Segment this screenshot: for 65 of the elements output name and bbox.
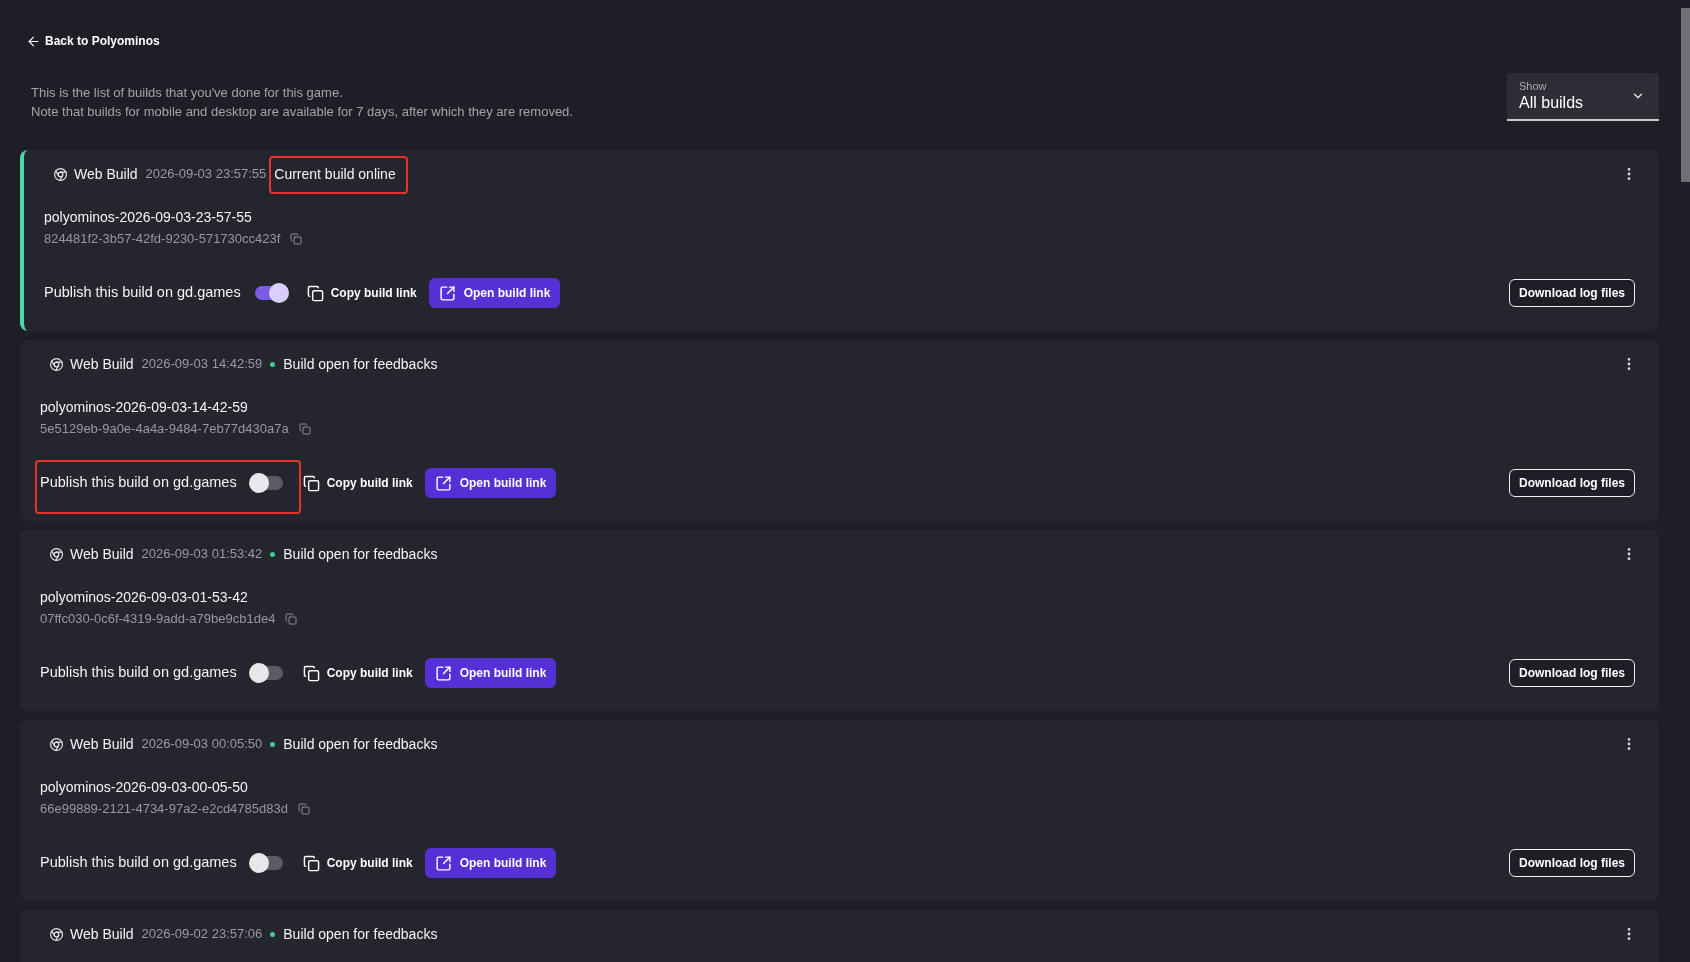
publish-label: Publish this build on gd.games xyxy=(40,473,237,493)
publish-label: Publish this build on gd.games xyxy=(44,283,241,303)
build-date: 2026-09-03 23:57:55 xyxy=(145,165,267,184)
download-logs-button[interactable]: Download log files xyxy=(1509,469,1635,497)
download-logs-button[interactable]: Download log files xyxy=(1509,849,1635,877)
copy-icon[interactable] xyxy=(285,613,298,625)
external-link-icon xyxy=(434,854,452,872)
copy-link-button[interactable]: Copy build link xyxy=(306,284,417,302)
copy-icon xyxy=(306,284,324,302)
description-text: Note that builds for mobile and desktop are available for 7 days, after which they are removed. xyxy=(31,103,573,121)
build-name: polyominos-2026-09-03-14-42-59 xyxy=(40,398,248,417)
aperture-icon xyxy=(50,547,63,561)
download-logs-button[interactable]: Download log files xyxy=(1509,659,1635,687)
open-link-button[interactable]: Open build link xyxy=(428,278,561,308)
publish-label: Publish this build on gd.games xyxy=(40,663,237,683)
description-text: This is the list of builds that you've done for this game. xyxy=(31,84,344,102)
copy-link-button[interactable]: Copy build link xyxy=(302,474,413,492)
build-name: polyominos-2026-09-03-01-53-42 xyxy=(40,588,248,607)
publish-switch[interactable] xyxy=(248,663,285,683)
publish-label: Publish this build on gd.games xyxy=(40,853,237,873)
build-id: 07ffc030-0c6f-4319-9add-a79be9cb1de4 xyxy=(40,610,276,629)
status-text: Current build online xyxy=(274,164,396,184)
build-type: Web Build xyxy=(70,924,134,944)
build-date: 2026-09-03 01:53:42 xyxy=(141,545,263,564)
show-select[interactable]: Show All builds xyxy=(1507,73,1659,121)
copy-icon[interactable] xyxy=(297,803,310,815)
build-date: 2026-09-03 00:05:50 xyxy=(141,735,263,754)
aperture-icon xyxy=(54,167,67,181)
build-date: 2026-09-03 14:42:59 xyxy=(141,355,263,374)
external-link-icon xyxy=(438,284,456,302)
copy-link-button[interactable]: Copy build link xyxy=(302,854,413,872)
status-text: Build open for feedbacks xyxy=(283,544,438,564)
open-link-button[interactable]: Open build link xyxy=(424,468,557,498)
aperture-icon xyxy=(50,357,63,371)
build-type: Web Build xyxy=(74,164,138,184)
publish-switch[interactable] xyxy=(248,853,285,873)
copy-icon[interactable] xyxy=(290,233,303,245)
build-id: 824481f2-3b57-42fd-9230-571730cc423f xyxy=(44,230,281,249)
build-type: Web Build xyxy=(70,544,134,564)
external-link-icon xyxy=(434,474,452,492)
build-type: Web Build xyxy=(70,734,134,754)
back-link[interactable]: Back to Polyominos xyxy=(26,32,160,50)
build-id: 66e99889-2121-4734-97a2-e2cd4785d83d xyxy=(40,800,288,819)
build-id: 5e5129eb-9a0e-4a4a-9484-7eb77d430a7a xyxy=(40,420,289,439)
build-type: Web Build xyxy=(70,354,134,374)
build-name: polyominos-2026-09-03-00-05-50 xyxy=(40,778,248,797)
copy-icon[interactable] xyxy=(298,423,311,435)
status-text: Build open for feedbacks xyxy=(283,354,438,374)
build-date: 2026-09-02 23:57:06 xyxy=(141,925,263,944)
copy-icon xyxy=(302,474,320,492)
status-text: Build open for feedbacks xyxy=(283,924,438,944)
aperture-icon xyxy=(50,927,63,941)
open-link-button[interactable]: Open build link xyxy=(424,658,557,688)
copy-icon xyxy=(302,664,320,682)
copy-icon xyxy=(302,854,320,872)
copy-link-button[interactable]: Copy build link xyxy=(302,664,413,682)
publish-switch[interactable] xyxy=(248,473,285,493)
aperture-icon xyxy=(50,737,63,751)
scrollbar-thumb[interactable] xyxy=(1681,8,1690,182)
open-link-button[interactable]: Open build link xyxy=(424,848,557,878)
arrow-left-icon xyxy=(26,33,41,49)
download-logs-button[interactable]: Download log files xyxy=(1509,279,1635,307)
external-link-icon xyxy=(434,664,452,682)
build-name: polyominos-2026-09-03-23-57-55 xyxy=(44,208,252,227)
status-text: Build open for feedbacks xyxy=(283,734,438,754)
